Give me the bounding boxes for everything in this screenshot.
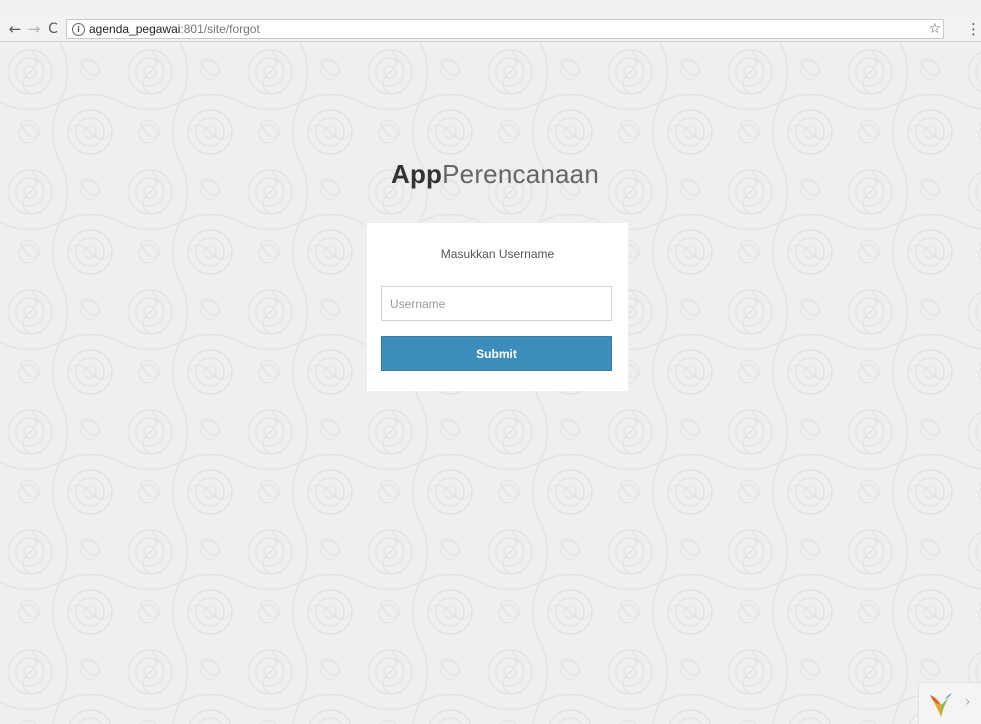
page-viewport: AppPerencanaan Masukkan Username Submit … <box>0 42 981 724</box>
username-input[interactable] <box>381 286 612 321</box>
yii-logo-icon[interactable] <box>928 691 954 719</box>
form-message: Masukkan Username <box>440 247 555 261</box>
url-path: :801/site/forgot <box>180 22 260 36</box>
bookmark-star-icon[interactable]: ☆ <box>928 21 941 37</box>
app-title: AppPerencanaan <box>0 158 981 190</box>
address-bar[interactable]: i agenda_pegawai:801/site/forgot ☆ <box>66 19 944 39</box>
forward-arrow-icon[interactable]: → <box>25 19 43 39</box>
reload-icon[interactable]: C <box>44 19 62 39</box>
url-text[interactable]: agenda_pegawai:801/site/forgot <box>89 22 260 37</box>
app-title-bold: App <box>390 159 443 189</box>
submit-button[interactable]: Submit <box>381 336 612 371</box>
back-arrow-icon[interactable]: ← <box>6 19 24 39</box>
cropped-window-strip <box>0 0 981 17</box>
url-host: agenda_pegawai <box>89 22 181 36</box>
info-icon[interactable]: i <box>72 23 85 36</box>
browser-toolbar: ← → C i agenda_pegawai:801/site/forgot ☆… <box>0 16 981 42</box>
app-title-light: Perencanaan <box>442 159 600 189</box>
browser-menu-icon[interactable]: ⋮ <box>966 19 981 39</box>
forgot-password-box: Masukkan Username Submit <box>367 223 628 391</box>
yii-debug-toolbar[interactable]: › <box>918 682 981 724</box>
chevron-right-icon[interactable]: › <box>965 694 971 710</box>
